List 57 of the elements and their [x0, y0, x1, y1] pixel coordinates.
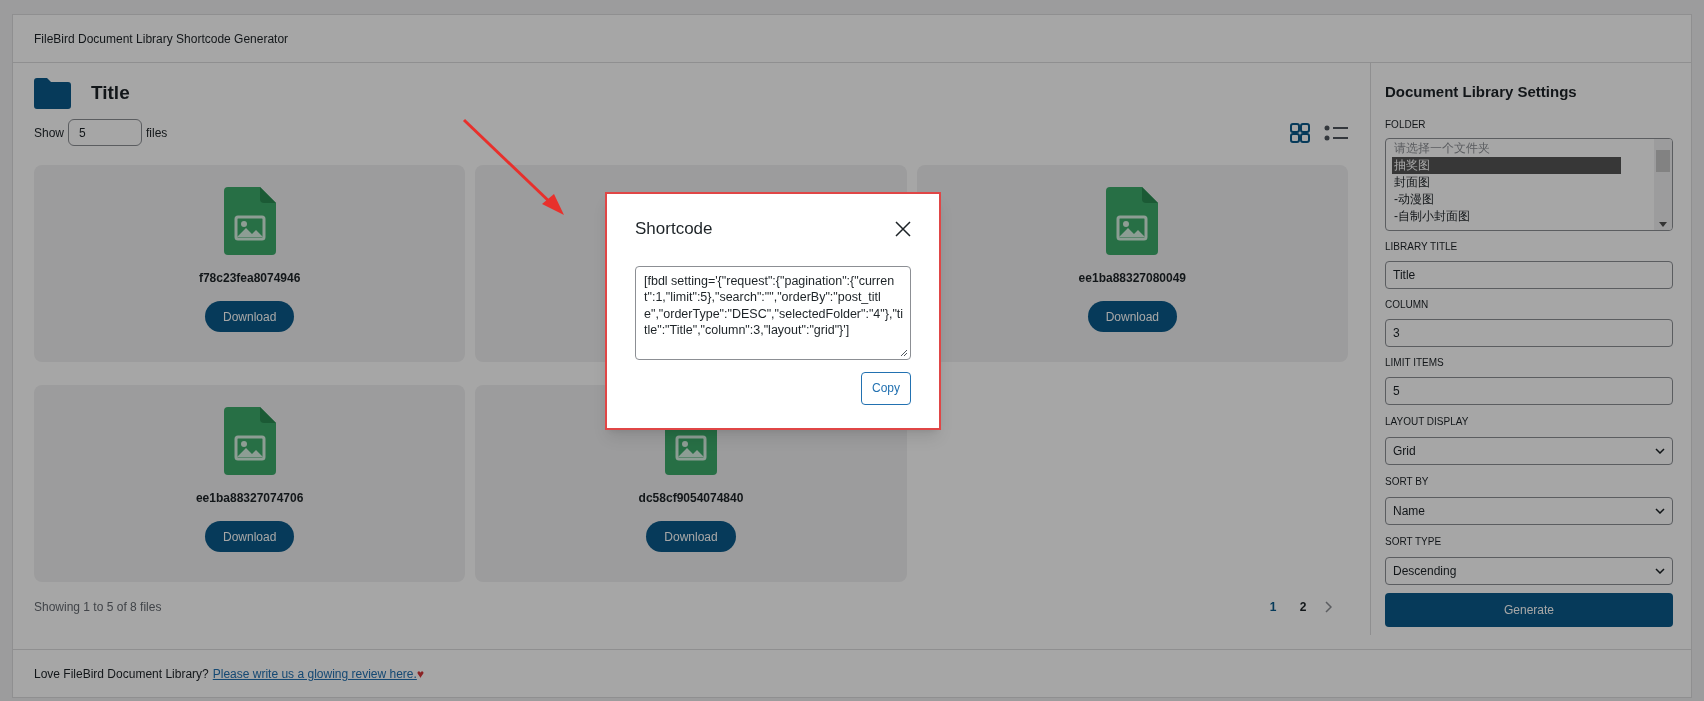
text-field[interactable]: 5 — [1385, 376, 1673, 405]
download-button[interactable]: Download — [204, 301, 295, 332]
scrollbar[interactable] — [1654, 138, 1672, 230]
field-label: COLUMN — [1385, 297, 1430, 312]
page-link[interactable]: 2 — [1294, 598, 1312, 616]
chevron-down-icon — [1655, 567, 1665, 574]
chevron-down-icon — [1655, 447, 1665, 454]
folder-listbox[interactable]: 请选择一个文件夹 抽奖图 封面图 -动漫图 -自制小封面图 — [1385, 137, 1673, 231]
settings-heading: Document Library Settings — [1385, 82, 1578, 102]
download-button[interactable]: Download — [204, 521, 295, 552]
dialog-title: Shortcode — [635, 218, 713, 240]
scrollbar-thumb[interactable] — [1656, 149, 1670, 172]
field-label: LIBRARY TITLE — [1385, 239, 1459, 254]
files-label: files — [146, 124, 168, 142]
select-dropdown[interactable]: Grid — [1385, 436, 1673, 465]
select-dropdown[interactable]: Descending — [1385, 556, 1673, 585]
file-name: ee1ba88327080049 — [1078, 270, 1187, 287]
generate-button[interactable]: Generate — [1385, 592, 1673, 627]
field-label: LIMIT ITEMS — [1385, 355, 1445, 370]
file-name: dc58cf9054074840 — [638, 490, 744, 507]
review-link[interactable]: Please write us a glowing review here. — [212, 664, 417, 683]
field-label: LAYOUT DISPLAY — [1385, 414, 1470, 429]
shortcode-textarea[interactable]: [fbdl setting='{"request":{"pagination":{"current":1,"limit":5},"search":"","orderBy":"post_title","orderType":"DESC","selectedFolder":"4"},"title":"Title","column":3,"layout":"grid"}'] — [635, 265, 911, 360]
heart-icon: ♥ — [416, 664, 424, 683]
folder-icon — [34, 78, 71, 109]
image-file-icon — [223, 187, 276, 255]
field-label: SORT TYPE — [1385, 534, 1443, 549]
folder-label: FOLDER — [1385, 117, 1427, 132]
file-name: ee1ba88327074706 — [195, 490, 304, 507]
download-button[interactable]: Download — [1087, 301, 1177, 332]
resize-handle-icon[interactable] — [900, 348, 908, 357]
files-count-field[interactable]: 5 — [68, 119, 143, 146]
select-dropdown[interactable]: Name — [1385, 496, 1673, 525]
page-link[interactable]: 1 — [1264, 598, 1282, 616]
show-label: Show — [34, 124, 65, 142]
close-icon[interactable] — [895, 220, 911, 237]
copy-button[interactable]: Copy — [861, 371, 911, 405]
text-field[interactable]: 3 — [1385, 318, 1673, 347]
library-title: Title — [91, 81, 130, 106]
grid-view-icon[interactable] — [1290, 122, 1310, 143]
scroll-down-arrow-icon[interactable] — [1659, 221, 1667, 227]
footer-text: Love FileBird Document Library? — [34, 665, 209, 683]
folder-option[interactable]: 封面图 — [1392, 173, 1621, 191]
file-name: f78c23fea8074946 — [198, 270, 301, 287]
folder-option[interactable]: -自制小封面图 — [1392, 207, 1621, 225]
chevron-right-icon[interactable] — [1324, 601, 1332, 613]
list-view-icon[interactable] — [1324, 123, 1348, 142]
folder-option[interactable]: -动漫图 — [1392, 190, 1621, 208]
folder-option[interactable]: 抽奖图 — [1392, 156, 1621, 174]
page-title: FileBird Document Library Shortcode Generator — [34, 30, 289, 48]
image-file-icon — [223, 407, 276, 475]
image-file-icon — [1106, 187, 1159, 255]
chevron-down-icon — [1655, 507, 1665, 514]
download-button[interactable]: Download — [646, 521, 736, 552]
field-label: SORT BY — [1385, 474, 1430, 489]
results-summary: Showing 1 to 5 of 8 files — [34, 599, 162, 616]
text-field[interactable]: Title — [1385, 260, 1673, 289]
